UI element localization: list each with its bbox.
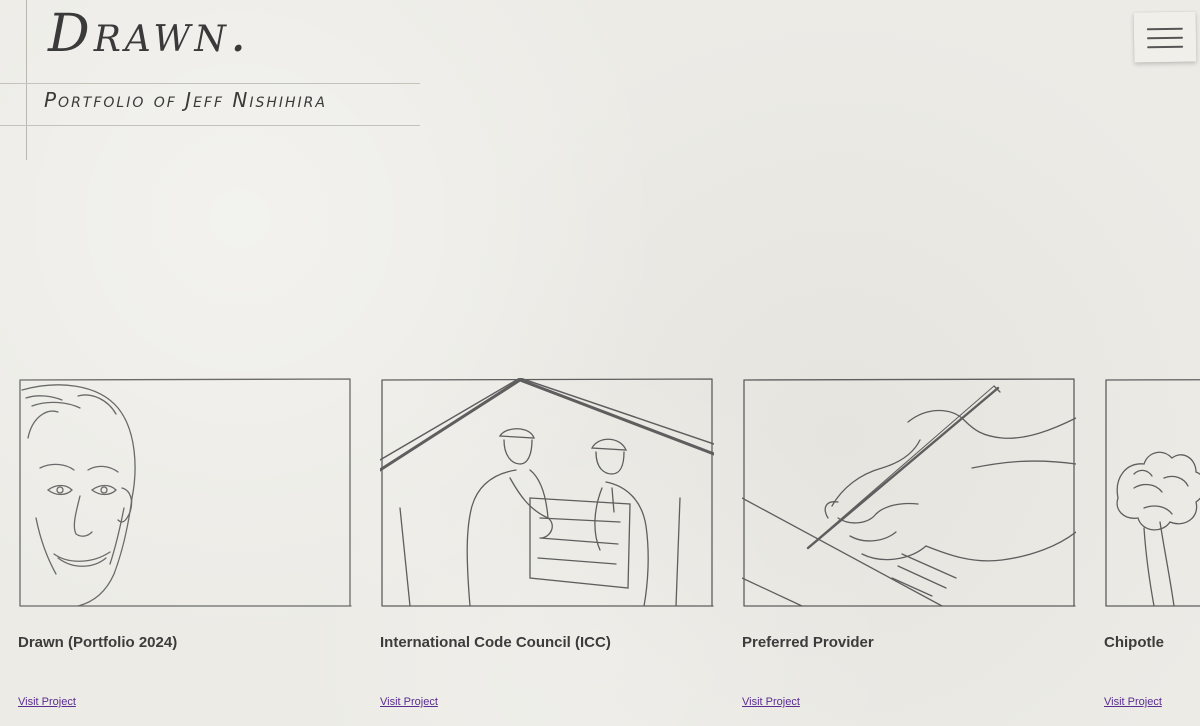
sketch-portrait-face-icon xyxy=(19,378,352,607)
header-rule-vertical xyxy=(26,0,27,160)
project-thumbnail[interactable] xyxy=(18,378,352,607)
project-card: International Code Council (ICC) Visit P… xyxy=(380,378,714,718)
project-title: Drawn (Portfolio 2024) xyxy=(18,634,178,651)
sketch-construction-workers-icon xyxy=(380,378,714,607)
sketch-hand-writing-icon xyxy=(742,378,1076,607)
project-title: International Code Council (ICC) xyxy=(380,634,611,651)
sketch-produce-icon xyxy=(1105,379,1200,607)
project-thumbnail[interactable] xyxy=(380,378,714,607)
project-card: Chipotle Visit Project xyxy=(1104,378,1200,718)
header-rule-bottom xyxy=(0,125,420,126)
project-thumbnail[interactable] xyxy=(1104,378,1200,607)
visit-project-link[interactable]: Visit Project xyxy=(380,696,438,708)
site-tagline: Portfolio of Jeff Nishihira xyxy=(44,88,327,112)
project-card: Preferred Provider Visit Project xyxy=(742,378,1076,718)
site-header: Drawn. Portfolio of Jeff Nishihira xyxy=(0,0,420,160)
hamburger-menu-button[interactable] xyxy=(1133,11,1197,63)
project-title: Preferred Provider xyxy=(742,634,874,651)
project-card: Drawn (Portfolio 2024) Visit Project xyxy=(18,378,352,718)
visit-project-link[interactable]: Visit Project xyxy=(742,696,800,708)
header-rule-top xyxy=(0,83,420,84)
project-list: Drawn (Portfolio 2024) Visit Project Int… xyxy=(18,378,1200,726)
site-logo[interactable]: Drawn. xyxy=(48,8,250,60)
visit-project-link[interactable]: Visit Project xyxy=(18,696,76,708)
project-thumbnail[interactable] xyxy=(742,378,1076,607)
visit-project-link[interactable]: Visit Project xyxy=(1104,696,1162,708)
hamburger-menu-icon xyxy=(1146,27,1183,31)
page: Drawn. Portfolio of Jeff Nishihira Drawn… xyxy=(0,0,1200,726)
project-title: Chipotle xyxy=(1104,634,1164,651)
